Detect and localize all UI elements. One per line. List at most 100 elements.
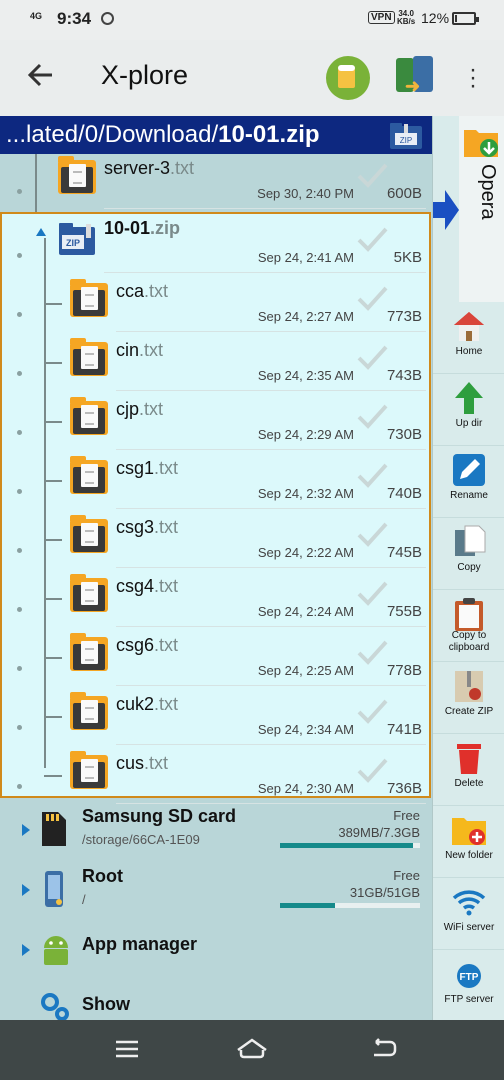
text-file-icon: [70, 456, 108, 496]
network-speed: 34.0 KB/s: [397, 9, 416, 26]
file-date: Sep 24, 2:25 AM: [257, 663, 354, 678]
select-check-icon[interactable]: [355, 399, 389, 433]
tool-up-arrow[interactable]: Up dir: [433, 374, 504, 446]
zip-file-row[interactable]: csg3.txt Sep 24, 2:22 AM 745B: [0, 509, 432, 568]
zip-file-row[interactable]: cin.txt Sep 24, 2:35 AM 743B: [0, 332, 432, 391]
more-options-icon[interactable]: · · ·: [466, 58, 480, 98]
file-size: 755B: [386, 603, 422, 620]
volume-name: Show: [82, 994, 130, 1014]
file-size: 773B: [386, 308, 422, 325]
file-name: server-3.txt: [104, 158, 195, 178]
clock: 9:34: [57, 9, 92, 28]
file-name: cuk2.txt: [116, 694, 179, 714]
battery-percent: 12%: [421, 10, 450, 26]
volume-usage-fill: [280, 843, 413, 848]
back-nav-icon[interactable]: [366, 1034, 400, 1064]
copy-icon: [451, 524, 487, 560]
tool-ftp[interactable]: FTP FTP server: [433, 950, 504, 1022]
expand-triangle-icon[interactable]: [22, 884, 30, 896]
tool-new-folder[interactable]: New folder: [433, 806, 504, 878]
tool-label: Copy to clipboard: [448, 630, 490, 653]
show-icon: [38, 990, 74, 1020]
back-arrow-icon[interactable]: [26, 60, 56, 90]
select-check-icon[interactable]: [355, 694, 389, 728]
file-name: csg3.txt: [116, 517, 179, 537]
text-file-icon: [70, 515, 108, 555]
tool-rename[interactable]: Rename: [433, 446, 504, 518]
select-check-icon[interactable]: [355, 222, 389, 256]
volume-row[interactable]: Root / Free 31GB/51GB: [0, 860, 432, 920]
select-check-icon[interactable]: [355, 635, 389, 669]
tool-label: Create ZIP: [444, 706, 494, 717]
trash-icon: [451, 740, 487, 776]
opera-arrow-icon: [433, 188, 459, 232]
text-file-icon: [70, 397, 108, 437]
file-name: cin.txt: [116, 340, 164, 360]
ftp-icon: FTP: [451, 956, 487, 992]
tool-label: Copy: [457, 562, 481, 573]
zip-file-row[interactable]: cus.txt Sep 24, 2:30 AM 736B: [0, 745, 432, 804]
tool-wifi[interactable]: WiFi server: [433, 878, 504, 950]
zip-entry-row[interactable]: ZIP 10-01.zip Sep 24, 2:41 AM 5KB: [0, 214, 432, 273]
select-check-icon[interactable]: [355, 340, 389, 374]
volume-name: Samsung SD card: [82, 806, 237, 826]
file-name: csg4.txt: [116, 576, 179, 596]
tool-clipboard[interactable]: Copy to clipboard: [433, 590, 504, 662]
volume-row[interactable]: Samsung SD card/storage/66CA-1E09 Free 389…: [0, 800, 432, 860]
file-date: Sep 24, 2:30 AM: [257, 781, 354, 796]
phone-storage-icon: [38, 870, 74, 908]
select-check-icon[interactable]: [355, 517, 389, 551]
tool-home[interactable]: Home: [433, 302, 504, 374]
zip-file-row[interactable]: csg4.txt Sep 24, 2:24 AM 755B: [0, 568, 432, 627]
tool-create-zip[interactable]: Create ZIP: [433, 662, 504, 734]
operations-toolbar: Opera Home Up dir Rename Copy Copy to clipbo…: [432, 116, 504, 1022]
tool-copy[interactable]: Copy: [433, 518, 504, 590]
text-file-icon: [70, 751, 108, 791]
select-check-icon[interactable]: [355, 753, 389, 787]
text-file-icon: [70, 633, 108, 673]
select-check-icon[interactable]: [355, 281, 389, 315]
volume-row[interactable]: Show: [0, 980, 432, 1020]
current-path: ...lated/0/Download/10-01.zip: [6, 121, 320, 148]
select-check-icon[interactable]: [355, 576, 389, 610]
file-date: Sep 24, 2:24 AM: [257, 604, 354, 619]
volume-row[interactable]: App manager: [0, 920, 432, 980]
zip-file-icon: ZIP: [58, 220, 96, 260]
home-nav-icon[interactable]: [235, 1034, 269, 1064]
row-marker: [17, 371, 22, 376]
volume-usage-fill: [280, 903, 335, 908]
network-indicator: 4G: [30, 11, 43, 21]
zip-name: 10-01.zip: [104, 218, 181, 238]
svg-text:ZIP: ZIP: [400, 136, 412, 145]
tool-trash[interactable]: Delete: [433, 734, 504, 806]
volume-name: App manager: [82, 934, 198, 954]
file-list-panel[interactable]: server-3.txt Sep 30, 2:40 PM 600B ZIP 10-01.…: [0, 154, 432, 1020]
select-check-icon[interactable]: [355, 158, 389, 192]
zip-file-row[interactable]: cuk2.txt Sep 24, 2:34 AM 741B: [0, 686, 432, 745]
select-check-icon[interactable]: [355, 458, 389, 492]
file-row-server-3[interactable]: server-3.txt Sep 30, 2:40 PM 600B: [0, 154, 432, 209]
zip-file-row[interactable]: csg6.txt Sep 24, 2:25 AM 778B: [0, 627, 432, 686]
svg-text:FTP: FTP: [460, 972, 479, 983]
row-marker: [17, 253, 22, 258]
battery-level: [455, 15, 458, 22]
expand-triangle-icon[interactable]: [22, 944, 30, 956]
tool-label: Delete: [454, 778, 484, 789]
volume-path: /: [82, 892, 86, 907]
create-zip-icon: [451, 668, 487, 704]
battery-icon: [452, 12, 479, 25]
zip-file-row[interactable]: cca.txt Sep 24, 2:27 AM 773B: [0, 273, 432, 332]
android-icon: [38, 930, 74, 968]
clipboard-icon: [451, 596, 487, 632]
path-bar[interactable]: ...lated/0/Download/10-01.zip ZIP: [0, 116, 432, 154]
file-size: 740B: [386, 485, 422, 502]
expand-triangle-icon[interactable]: [22, 824, 30, 836]
phone-transfer-icon[interactable]: ➜: [393, 54, 437, 100]
zip-file-row[interactable]: cjp.txt Sep 24, 2:29 AM 730B: [0, 391, 432, 450]
beer-donate-icon[interactable]: [326, 56, 370, 100]
text-file-icon: [70, 574, 108, 614]
zip-file-row[interactable]: csg1.txt Sep 24, 2:32 AM 740B: [0, 450, 432, 509]
menu-nav-icon[interactable]: [110, 1034, 144, 1064]
operations-tab[interactable]: Opera: [459, 116, 504, 302]
status-bar: 4G 9:34 VPN 34.0 KB/s 12%: [0, 0, 504, 40]
